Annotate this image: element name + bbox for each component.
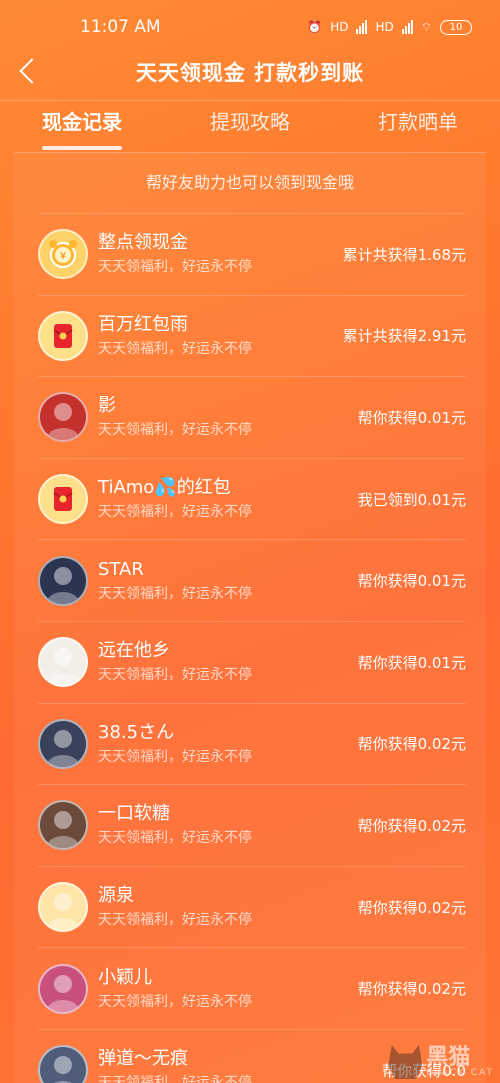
user-avatar (38, 882, 88, 933)
record-subtitle: 天天领福利，好运永不停 (98, 422, 252, 439)
record-subtitle: 天天领福利，好运永不停 (98, 912, 252, 929)
header: 天天领现金 打款秒到账 (0, 46, 500, 98)
record-row[interactable]: 一口软糖 天天领福利，好运永不停 帮你获得0.02元 (38, 784, 466, 866)
status-time: 11:07 AM (80, 17, 161, 37)
record-name: 源泉 (98, 885, 134, 907)
cat-logo-icon (388, 1045, 423, 1079)
red-envelope-icon (38, 474, 88, 525)
record-subtitle: 天天领福利，好运永不停 (98, 585, 252, 602)
records-panel: 帮好友助力也可以领到现金哦 ¥ 整点领现金 天天领福利，好运永不停 累计共获得1.68… (14, 152, 486, 1083)
user-avatar (38, 392, 88, 443)
record-name: 影 (98, 395, 116, 417)
record-text: 整点领现金天天领福利，好运永不停 (98, 230, 343, 278)
record-row[interactable]: 小颖儿 天天领福利，好运永不停 帮你获得0.02元 (38, 947, 466, 1029)
record-amount: 帮你获得0.01元 (357, 653, 466, 672)
record-row[interactable]: 源泉 天天领福利，好运永不停 帮你获得0.02元 (38, 865, 466, 948)
record-amount: 累计共获得2.91元 (342, 327, 466, 346)
record-name: 小颖儿 (98, 966, 152, 988)
hd-label-2: HD (375, 20, 394, 34)
record-amount: 帮你获得0.02元 (357, 735, 466, 754)
record-name: 远在他乡 (98, 640, 170, 662)
records-list[interactable]: ¥ 整点领现金 天天领福利，好运永不停 累计共获得1.68元 百万红包雨 天天领福利，好运… (14, 213, 486, 1083)
record-subtitle: 天天领福利，好运永不停 (98, 748, 252, 765)
record-name: 弹道～无痕 (98, 1048, 188, 1070)
user-avatar (38, 963, 88, 1014)
record-amount: 帮你获得0.02元 (357, 980, 466, 999)
record-row[interactable]: 影天天领福利，好运永不停 帮你获得0.01元 (38, 376, 466, 458)
user-avatar (38, 1045, 88, 1083)
alarm-icon: ⏰ (307, 20, 323, 34)
record-row[interactable]: TiAmo💦的红包 天天领福利，好运永不停 我已领到0.01元 (38, 457, 466, 540)
record-name: 整点领现金 (98, 232, 188, 254)
record-text: 一口软糖天天领福利，好运永不停 (98, 801, 358, 849)
status-icons: ⏰ HD HD ⌔ 10 (307, 19, 472, 35)
record-name: 百万红包雨 (98, 313, 188, 335)
record-subtitle: 天天领福利，好运永不停 (98, 340, 252, 357)
signal-icon (356, 20, 368, 34)
header-divider (0, 100, 500, 101)
record-row[interactable]: STAR 天天领福利，好运永不停 帮你获得0.01元 (38, 539, 466, 621)
page-title: 天天领现金 打款秒到账 (135, 61, 365, 85)
record-text: 38.5さん天天领福利，好运永不停 (98, 720, 358, 768)
record-amount: 帮你获得0.02元 (357, 816, 466, 835)
hint-text: 帮好友助力也可以领到现金哦 (145, 173, 354, 192)
battery-indicator: 10 (440, 19, 472, 35)
record-amount: 我已领到0.01元 (357, 490, 466, 509)
user-avatar (38, 555, 88, 606)
user-avatar (38, 637, 88, 688)
red-envelope-icon (38, 310, 88, 361)
record-name: 38.5さん (98, 721, 175, 743)
back-button[interactable] (12, 54, 46, 88)
signal-icon-2 (401, 20, 413, 34)
record-row[interactable]: 远在他乡 天天领福利，好运永不停 帮你获得0.01元 (38, 620, 466, 703)
watermark-logo: 黑猫 BLACK CAT (388, 1045, 494, 1079)
record-subtitle: 天天领福利，好运永不停 (98, 830, 252, 847)
record-subtitle: 天天领福利，好运永不停 (98, 1072, 382, 1083)
watermark-cn: 黑猫 (426, 1044, 471, 1070)
svg-text:¥: ¥ (60, 251, 66, 262)
record-subtitle: 天天领福利，好运永不停 (98, 259, 252, 276)
record-name: TiAmo💦的红包 (98, 477, 231, 499)
user-avatar (38, 800, 88, 851)
record-amount: 帮你获得0.01元 (357, 572, 466, 591)
record-row[interactable]: ¥ 整点领现金 天天领福利，好运永不停 累计共获得1.68元 (38, 213, 466, 295)
hd-label-1: HD (330, 20, 349, 34)
record-amount: 帮你获得0.01元 (357, 408, 466, 427)
user-avatar (38, 718, 88, 769)
record-subtitle: 天天领福利，好运永不停 (98, 667, 252, 684)
record-amount: 帮你获得0.02元 (357, 898, 466, 917)
tab-withdraw-guide[interactable]: 提现攻略 (210, 102, 290, 152)
watermark-en: BLACK CAT (426, 1067, 494, 1078)
alarm-clock-icon: ¥ (38, 229, 88, 280)
tab-bar: 现金记录 提现攻略 打款晒单 (14, 102, 486, 152)
tab-payment-showcase[interactable]: 打款晒单 (378, 102, 458, 152)
tab-cash-records[interactable]: 现金记录 (42, 102, 122, 152)
record-subtitle: 天天领福利，好运永不停 (98, 504, 252, 521)
record-text: 小颖儿天天领福利，好运永不停 (98, 965, 358, 1013)
record-name: STAR (98, 558, 144, 580)
record-text: 影天天领福利，好运永不停 (98, 393, 358, 441)
record-text: 远在他乡天天领福利，好运永不停 (98, 638, 358, 686)
record-row[interactable]: 38.5さん 天天领福利，好运永不停 帮你获得0.02元 (38, 702, 466, 785)
back-arrow-icon (19, 58, 45, 84)
record-name: 一口软糖 (98, 803, 170, 825)
wifi-icon: ⌔ (420, 19, 432, 34)
record-subtitle: 天天领福利，好运永不停 (98, 993, 252, 1010)
record-row[interactable]: 百万红包雨 天天领福利，好运永不停 累计共获得2.91元 (38, 294, 466, 377)
record-text: STAR 天天领福利，好运永不停 (98, 557, 358, 605)
record-text: 弹道～无痕天天领福利，好运永不停 (98, 1046, 382, 1083)
record-text: 百万红包雨天天领福利，好运永不停 (98, 312, 343, 360)
record-text: TiAmo💦的红包天天领福利，好运永不停 (98, 475, 358, 523)
record-text: 源泉天天领福利，好运永不停 (98, 883, 358, 931)
record-amount: 累计共获得1.68元 (342, 245, 466, 264)
